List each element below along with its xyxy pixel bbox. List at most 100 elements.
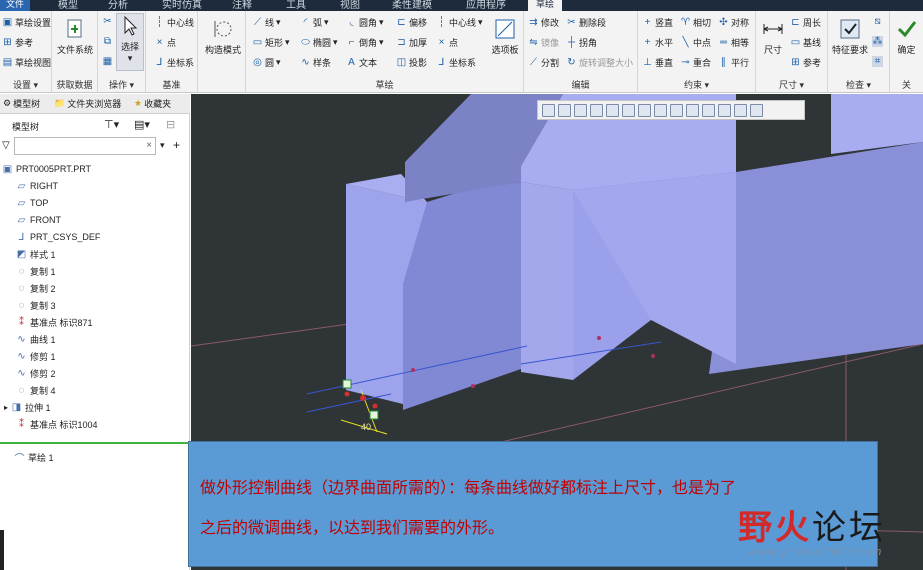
reference-dim-button[interactable]: ⊞ 参考: [790, 56, 821, 69]
tree-item-csys[interactable]: ⅃ PRT_CSYS_DEF: [16, 229, 101, 245]
sketch-view-button[interactable]: ▤ 草绘视图: [2, 56, 51, 69]
inspect-tool-3-icon[interactable]: ⌗: [872, 56, 883, 67]
modify-button[interactable]: ⇉ 修改: [528, 16, 559, 29]
inspect-tool-1-icon[interactable]: ⧅: [872, 16, 883, 27]
tree-root[interactable]: ▣ PRT0005PRT.PRT: [2, 161, 91, 177]
inspect-tool-2-icon[interactable]: ⁂: [872, 36, 883, 47]
refit-icon[interactable]: [542, 103, 555, 117]
view-manager-icon[interactable]: [638, 103, 651, 117]
feature-requirements-button[interactable]: 特征要求: [830, 17, 870, 56]
tree-item-copy-2[interactable]: ◌ 复制 2: [16, 280, 56, 296]
cut-icon[interactable]: ✂: [102, 16, 113, 27]
tab-simulation[interactable]: 实时仿真: [162, 0, 202, 11]
dimension-value[interactable]: 40: [361, 422, 371, 432]
tree-settings-icon[interactable]: ▤▾: [134, 118, 150, 131]
tangent-constraint-button[interactable]: ♈ 相切: [680, 16, 711, 29]
select-button[interactable]: 选择 ▾: [116, 13, 144, 71]
tree-columns-icon[interactable]: ⊤▾: [104, 118, 119, 131]
vertical-constraint-button[interactable]: + 竖直: [642, 16, 673, 29]
constraint-display-icon[interactable]: [750, 103, 763, 117]
chamfer-button[interactable]: ⌐ 倒角 ▾: [346, 36, 384, 49]
expand-icon[interactable]: ▸: [4, 403, 8, 412]
chevron-down-icon[interactable]: ▾: [160, 140, 165, 151]
sketcher-display-icon[interactable]: [734, 103, 747, 117]
equal-constraint-button[interactable]: ═ 相等: [718, 36, 749, 49]
tree-item-copy-3[interactable]: ◌ 复制 3: [16, 297, 56, 313]
tree-item-extrude-1[interactable]: ▸ ◨ 拉伸 1: [4, 399, 51, 415]
group-setup-label[interactable]: 设置 ▾: [0, 78, 51, 91]
perimeter-button[interactable]: ⊏ 周长: [790, 16, 821, 29]
datum-point-button[interactable]: × 点: [154, 36, 176, 49]
text-button[interactable]: A 文本: [346, 56, 377, 69]
parallel-constraint-button[interactable]: ∥ 平行: [718, 56, 749, 69]
tab-folder-browser[interactable]: 📁 文件夹浏览器: [54, 97, 121, 110]
tree-item-top[interactable]: ▱ TOP: [16, 195, 49, 211]
perspective-icon[interactable]: [654, 103, 667, 117]
zoom-out-icon[interactable]: [574, 103, 587, 117]
tree-item-copy-4[interactable]: ◌ 复制 4: [16, 382, 56, 398]
circle-button[interactable]: ◎ 圆 ▾: [252, 56, 280, 69]
rotate-resize-button[interactable]: ↻ 旋转调整大小: [566, 56, 633, 69]
horizontal-constraint-button[interactable]: + 水平: [642, 36, 673, 49]
sketch-centerline-button[interactable]: ┆ 中心线 ▾: [436, 16, 482, 29]
tab-analysis[interactable]: 分析: [108, 0, 128, 11]
references-button[interactable]: ⊞ 参考: [2, 36, 33, 49]
spline-button[interactable]: ∿ 样条: [300, 56, 331, 69]
tree-item-front[interactable]: ▱ FRONT: [16, 212, 61, 228]
fillet-button[interactable]: ◟ 圆角 ▾: [346, 16, 384, 29]
saved-views-icon[interactable]: [622, 103, 635, 117]
sketch-csys-button[interactable]: ⅃ 坐标系: [436, 56, 476, 69]
tree-item-sketch-1[interactable]: ⌒ 草绘 1: [14, 449, 54, 465]
group-constrain-label[interactable]: 约束 ▾: [638, 78, 755, 91]
tree-item-trim-2[interactable]: ∿ 修剪 2: [16, 365, 55, 381]
tree-item-datum-point-871[interactable]: ⁑ 基准点 标识871: [16, 314, 93, 330]
clear-icon[interactable]: ×: [146, 140, 152, 151]
ellipse-button[interactable]: ⬭ 椭圆 ▾: [300, 36, 337, 49]
mirror-button[interactable]: ⇋ 镜像: [528, 36, 559, 49]
group-dimension-label[interactable]: 尺寸 ▾: [756, 78, 827, 91]
tab-sketch[interactable]: 草绘: [528, 0, 563, 11]
offset-button[interactable]: ⊏ 偏移: [396, 16, 427, 29]
copy-icon[interactable]: ⧉: [102, 36, 113, 47]
line-button[interactable]: ⟋ 线 ▾: [252, 16, 281, 29]
tab-model[interactable]: 模型: [58, 0, 78, 11]
midpoint-constraint-button[interactable]: ╲ 中点: [680, 36, 711, 49]
tree-item-trim-1[interactable]: ∿ 修剪 1: [16, 348, 55, 364]
display-style-icon[interactable]: [606, 103, 619, 117]
spin-center-icon[interactable]: [702, 103, 715, 117]
group-inspect-label[interactable]: 检查 ▾: [828, 78, 889, 91]
dimension-button[interactable]: 尺寸: [758, 17, 788, 56]
construct-mode-button[interactable]: 构造模式: [202, 17, 244, 56]
perpendicular-constraint-button[interactable]: ⊥ 垂直: [642, 56, 673, 69]
tab-favorites[interactable]: ★ 收藏夹: [134, 97, 171, 110]
tree-filter-icon[interactable]: ⊟: [166, 118, 175, 131]
file-system-button[interactable]: 文件系统: [56, 17, 94, 56]
tree-item-datum-point-1004[interactable]: ⁑ 基准点 标识1004: [16, 416, 98, 432]
baseline-button[interactable]: ▭ 基线: [790, 36, 821, 49]
repaint-icon[interactable]: [590, 103, 603, 117]
datum-display-icon[interactable]: [670, 103, 683, 117]
zoom-in-icon[interactable]: [558, 103, 571, 117]
sketch-point-button[interactable]: × 点: [436, 36, 458, 49]
paste-icon[interactable]: ▦: [102, 56, 113, 67]
thicken-button[interactable]: ⊐ 加厚: [396, 36, 427, 49]
palette-button[interactable]: 选项板: [488, 17, 522, 56]
tab-flexible-modeling[interactable]: 柔性建模: [392, 0, 432, 11]
tree-item-curve-1[interactable]: ∿ 曲线 1: [16, 331, 55, 347]
datum-csys-button[interactable]: ⅃ 坐标系: [154, 56, 194, 69]
project-button[interactable]: ◫ 投影: [396, 56, 427, 69]
tree-item-copy-1[interactable]: ◌ 复制 1: [16, 263, 56, 279]
divide-button[interactable]: ⟋ 分割: [528, 56, 559, 69]
tab-view[interactable]: 视图: [340, 0, 360, 11]
delete-segment-button[interactable]: ✂ 删除段: [566, 16, 606, 29]
group-operations-label[interactable]: 操作 ▾: [98, 78, 145, 91]
rectangle-button[interactable]: ▭ 矩形 ▾: [252, 36, 290, 49]
tab-applications[interactable]: 应用程序: [466, 0, 506, 11]
tree-item-style[interactable]: ◩ 样式 1: [16, 246, 56, 262]
corner-button[interactable]: ┼ 拐角: [566, 36, 597, 49]
tab-file[interactable]: 文件: [0, 0, 31, 11]
arc-button[interactable]: ◜ 弧 ▾: [300, 16, 329, 29]
tree-item-right[interactable]: ▱ RIGHT: [16, 178, 58, 194]
tab-model-tree[interactable]: ⚙ 模型树: [3, 97, 40, 110]
tab-annotate[interactable]: 注释: [232, 0, 252, 11]
